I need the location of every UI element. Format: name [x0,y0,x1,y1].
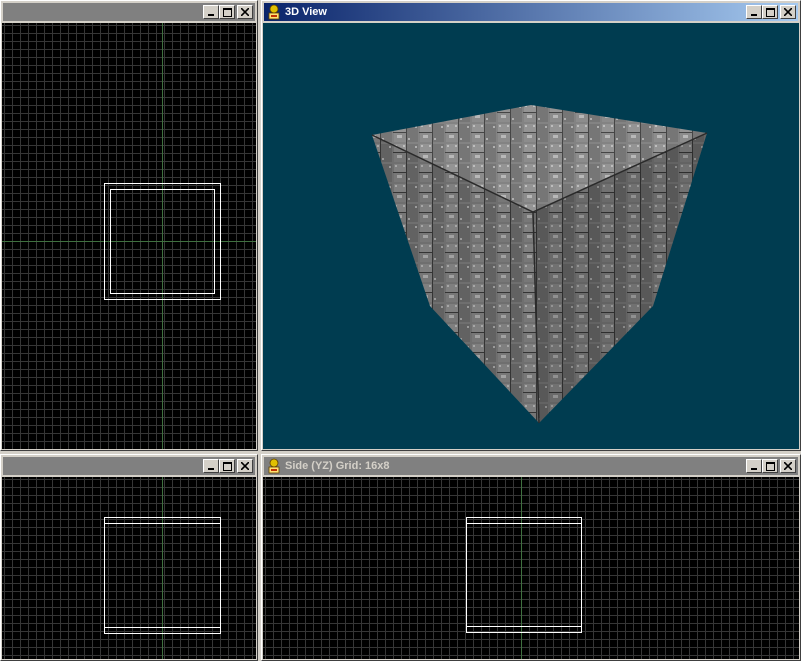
close-icon [784,8,792,16]
maximize-icon [222,7,232,17]
close-icon [241,462,249,470]
bottom-left-viewport-window [0,454,258,661]
minimize-icon [208,468,214,470]
close-icon [784,462,792,470]
minimize-button[interactable] [746,459,762,473]
3d-view-title-bar[interactable]: 3D View [264,3,798,21]
maximize-button[interactable] [762,5,778,19]
brush-inner-outline [110,189,215,294]
top-left-title-bar[interactable] [3,3,255,21]
close-button[interactable] [780,459,796,473]
maximize-button[interactable] [762,459,778,473]
minimize-icon [751,468,757,470]
maximize-button[interactable] [219,459,235,473]
bottom-left-grid-viewport[interactable] [2,477,256,659]
maximize-icon [765,461,775,471]
side-view-window: Side (YZ) Grid: 16x8 [261,454,801,661]
side-view-title: Side (YZ) Grid: 16x8 [285,460,390,472]
side-grid-viewport[interactable] [263,477,799,659]
close-icon [241,8,249,16]
minimize-button[interactable] [746,5,762,19]
bottom-left-title-bar[interactable] [3,457,255,475]
maximize-icon [222,461,232,471]
close-button[interactable] [237,5,253,19]
minimize-icon [208,14,214,16]
3d-view-title: 3D View [285,6,327,18]
textured-cube[interactable] [263,23,799,449]
minimize-icon [751,14,757,16]
app-icon [268,4,280,20]
minimize-button[interactable] [203,5,219,19]
close-button[interactable] [237,459,253,473]
brush-inner-outline [466,523,582,627]
minimize-button[interactable] [203,459,219,473]
brush-inner-outline [104,523,221,628]
top-left-grid-viewport[interactable] [2,23,256,449]
top-left-viewport-window [0,0,258,451]
side-view-title-bar[interactable]: Side (YZ) Grid: 16x8 [264,457,798,475]
app-icon [268,458,280,474]
maximize-button[interactable] [219,5,235,19]
maximize-icon [765,7,775,17]
3d-viewport[interactable] [263,23,799,449]
3d-view-window: 3D View [261,0,801,451]
close-button[interactable] [780,5,796,19]
